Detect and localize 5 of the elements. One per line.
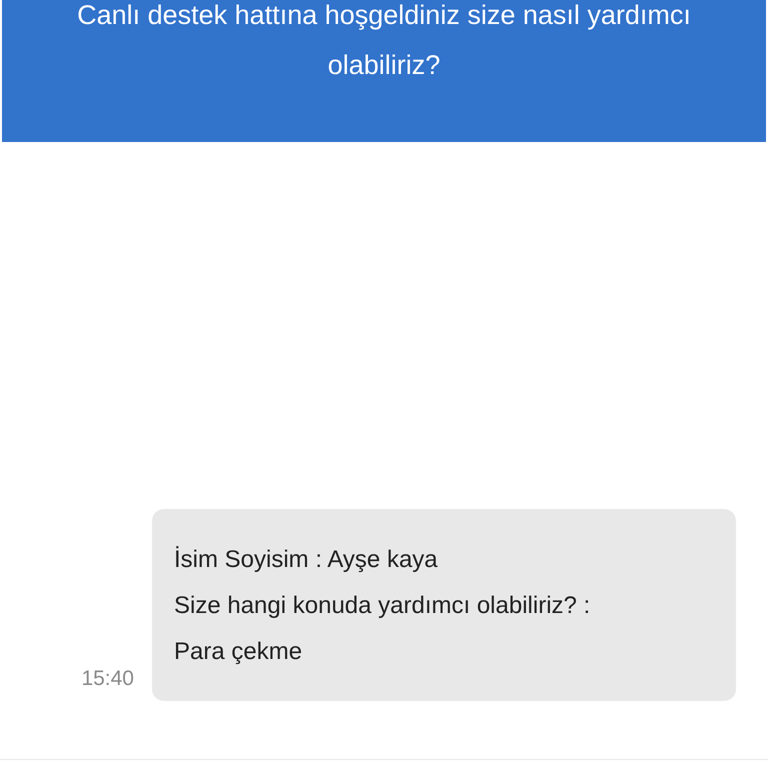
- message-text: Para çekme: [174, 637, 304, 667]
- message-text: Size hangi konuda yardımcı olabiliriz? :: [174, 591, 592, 621]
- header-title: Canlı destek hattına hoşgeldiniz size nasıl yardımcı olabiliriz?: [76, 0, 692, 82]
- message-text: İsim Soyisim : Ayşe kaya: [174, 545, 439, 575]
- message-time: 15:40: [81, 667, 134, 691]
